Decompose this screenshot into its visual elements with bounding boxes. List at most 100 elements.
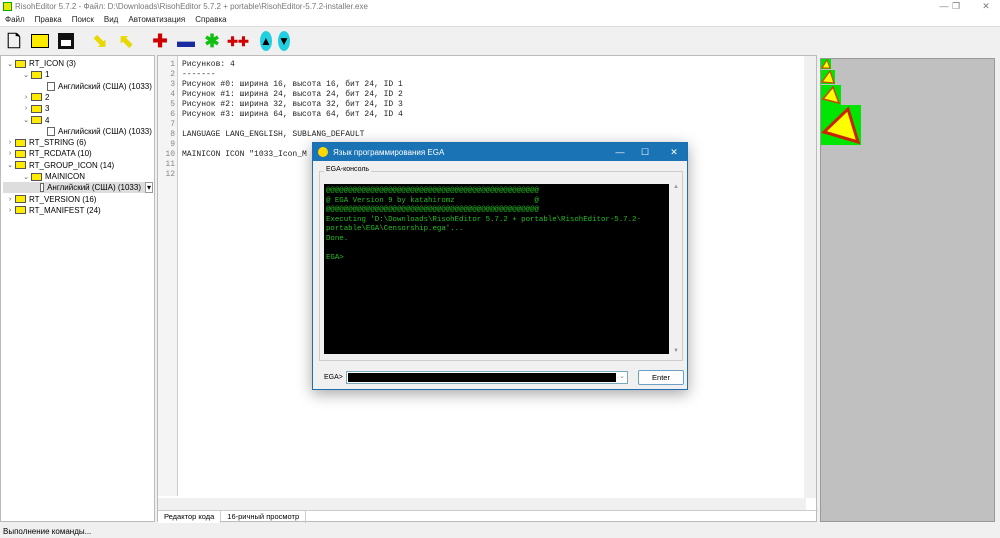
chevron-down-icon[interactable]: ⌄ xyxy=(619,372,625,380)
chevron-down-icon[interactable]: ⌄ xyxy=(21,116,31,124)
tree-node-label: MAINICON xyxy=(45,172,85,181)
export-icon[interactable]: ⬉ xyxy=(116,31,136,51)
folder-icon xyxy=(31,93,42,102)
console-group-label: EGA-консоль xyxy=(324,166,372,173)
close-button[interactable]: ✕ xyxy=(976,0,996,13)
tree-node-label: 4 xyxy=(45,115,50,125)
tree-node[interactable]: Английский (США) (1033) xyxy=(37,126,152,137)
menu-item[interactable]: Файл xyxy=(5,15,25,24)
tree-node[interactable]: Английский (США) (1033) ▾ xyxy=(3,182,153,194)
menu-item[interactable]: Автоматизация xyxy=(128,15,185,24)
title-bar: RisohEditor 5.7.2 - Файл: D:\Downloads\R… xyxy=(0,0,1000,13)
add-icon[interactable]: ✚ xyxy=(150,31,170,51)
tree-node[interactable]: › RT_STRING (6) xyxy=(5,137,86,148)
chevron-down-icon[interactable]: ⌄ xyxy=(21,173,31,181)
tree-node-label: RT_ICON (3) xyxy=(29,59,76,68)
icon-64 xyxy=(821,105,861,145)
save-icon[interactable] xyxy=(56,31,76,51)
tab-code-editor[interactable]: Редактор кода xyxy=(158,511,222,523)
folder-icon xyxy=(15,206,26,215)
editor-tabs: Редактор кода 16-ричный просмотр xyxy=(158,510,818,523)
chevron-right-icon[interactable]: › xyxy=(5,196,15,203)
menu-bar: Файл Правка Поиск Вид Автоматизация Справка xyxy=(0,13,1000,27)
folder-icon xyxy=(31,172,42,181)
horizontal-scrollbar[interactable] xyxy=(158,498,806,510)
tree-node[interactable]: ⌄ MAINICON xyxy=(21,171,85,182)
menu-item[interactable]: Поиск xyxy=(72,15,94,24)
folder-icon xyxy=(15,149,26,158)
icon-16 xyxy=(821,58,831,69)
tree-node-label: Английский (США) (1033) xyxy=(58,81,152,91)
tree-node[interactable]: ⌄ RT_ICON (3) xyxy=(5,58,76,69)
restore-button[interactable]: ❐ xyxy=(946,0,966,13)
open-folder-icon[interactable] xyxy=(30,31,50,51)
menu-item[interactable]: Справка xyxy=(195,15,226,24)
chevron-right-icon[interactable]: › xyxy=(21,105,31,112)
tree-node[interactable]: › 3 xyxy=(21,103,50,114)
tree-node[interactable]: ⌄ 4 xyxy=(21,115,49,126)
dialog-minimize-button[interactable]: — xyxy=(609,143,631,161)
tree-node[interactable]: › 2 xyxy=(21,92,50,103)
tree-node[interactable]: › RT_RCDATA (10) xyxy=(5,148,92,159)
dropdown-icon[interactable]: ▾ xyxy=(144,182,153,194)
folder-icon xyxy=(15,138,26,147)
ega-dialog: Язык программирования EGA — ☐ ✕ EGA-конс… xyxy=(312,142,688,390)
command-input[interactable]: ⌄ xyxy=(346,371,628,384)
tree-node-label: RT_RCDATA (10) xyxy=(29,149,92,159)
import-icon[interactable]: ⬊ xyxy=(90,31,110,51)
chevron-down-icon[interactable]: ⌄ xyxy=(5,161,15,169)
dialog-title-bar[interactable]: Язык программирования EGA — ☐ ✕ xyxy=(313,143,687,161)
chevron-right-icon[interactable]: › xyxy=(21,94,31,101)
chevron-right-icon[interactable]: › xyxy=(5,207,15,214)
menu-item[interactable]: Вид xyxy=(104,15,118,24)
vertical-scrollbar[interactable] xyxy=(804,56,816,498)
move-up-icon[interactable]: ▲ xyxy=(260,31,272,51)
tab-hex-view[interactable]: 16-ричный просмотр xyxy=(221,511,307,523)
document-icon xyxy=(47,81,55,91)
document-icon xyxy=(40,183,45,193)
app-icon xyxy=(3,2,12,11)
tree-node[interactable]: ⌄ 1 xyxy=(21,69,49,80)
icon-32 xyxy=(821,85,841,105)
tree-node-label: 3 xyxy=(45,104,50,114)
delete-icon[interactable]: ▬ xyxy=(176,31,196,51)
dialog-close-button[interactable]: ✕ xyxy=(663,143,685,161)
console-output[interactable]: @@@@@@@@@@@@@@@@@@@@@@@@@@@@@@@@@@@@@@@@… xyxy=(324,184,669,354)
folder-icon xyxy=(15,195,26,204)
tree-node[interactable]: Английский (США) (1033) xyxy=(37,81,152,92)
clone-icon[interactable]: ✚✚ xyxy=(227,31,249,51)
move-down-icon[interactable]: ▼ xyxy=(278,31,290,51)
tree-node-label: RT_GROUP_ICON (14) xyxy=(29,160,115,170)
chevron-down-icon[interactable]: ⌄ xyxy=(21,71,31,79)
command-input-field[interactable] xyxy=(348,373,616,382)
dialog-title: Язык программирования EGA xyxy=(333,147,445,157)
tree-node-label: 1 xyxy=(45,70,50,80)
enter-button[interactable]: Enter xyxy=(638,370,684,385)
dialog-maximize-button[interactable]: ☐ xyxy=(634,143,656,161)
menu-item[interactable]: Правка xyxy=(35,15,62,24)
tree-node[interactable]: › RT_VERSION (16) xyxy=(5,194,97,205)
tree-node-label: 2 xyxy=(45,92,50,102)
tree-node[interactable]: › RT_MANIFEST (24) xyxy=(5,205,101,216)
new-file-icon[interactable]: 🗋 xyxy=(4,31,24,51)
folder-icon xyxy=(31,70,42,79)
tree-node-label: Английский (США) (1033) xyxy=(58,126,152,136)
input-label: EGA> xyxy=(324,374,343,381)
toolbar: 🗋 ⬊ ⬉ ✚ ▬ ✱ ✚✚ ▲ ▼ xyxy=(0,28,1000,54)
folder-icon xyxy=(15,161,26,170)
console-group: EGA-консоль @@@@@@@@@@@@@@@@@@@@@@@@@@@@… xyxy=(319,166,683,361)
chevron-right-icon[interactable]: › xyxy=(5,150,15,157)
tree-node[interactable]: ⌄ RT_GROUP_ICON (14) xyxy=(5,160,114,171)
chevron-right-icon[interactable]: › xyxy=(5,139,15,146)
resource-tree[interactable]: ⌄ RT_ICON (3) ⌄ 1 Английский (США) (1033) › 2 ›… xyxy=(0,55,155,522)
console-scrollbar[interactable]: ▲ ▼ xyxy=(671,184,681,354)
tree-node-label: RT_VERSION (16) xyxy=(29,194,97,204)
folder-icon xyxy=(31,104,42,113)
tree-node-label: RT_STRING (6) xyxy=(29,138,87,148)
folder-icon xyxy=(15,59,26,68)
document-icon xyxy=(47,126,55,136)
edit-icon[interactable]: ✱ xyxy=(202,31,222,51)
smiley-icon xyxy=(318,147,328,157)
window-title: RisohEditor 5.7.2 - Файл: D:\Downloads\R… xyxy=(15,2,368,11)
chevron-down-icon[interactable]: ⌄ xyxy=(5,60,15,68)
